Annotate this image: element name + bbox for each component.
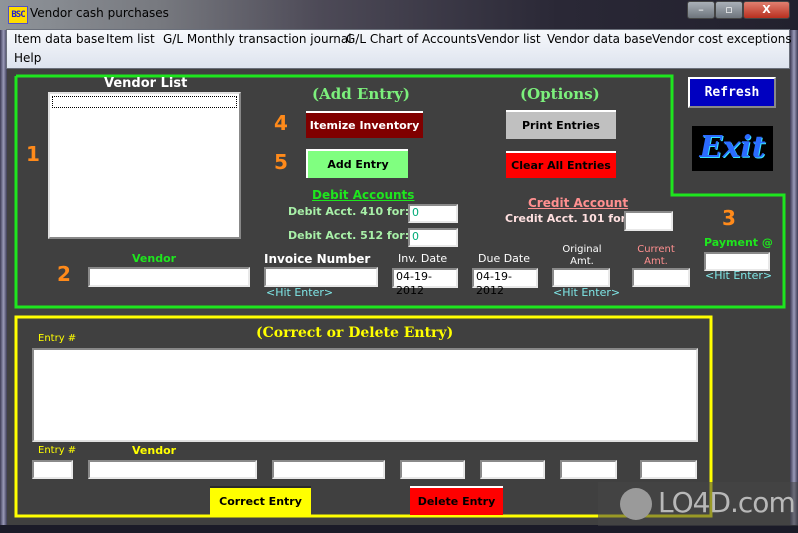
watermark-logo-icon — [620, 488, 652, 520]
itemize-inventory-button[interactable]: Itemize Inventory — [306, 111, 423, 138]
payment-label: Payment @ — [704, 236, 773, 249]
refresh-button[interactable]: Refresh — [688, 77, 776, 108]
debit-512-label: Debit Acct. 512 for: — [288, 229, 410, 242]
inv-date-label: Inv. Date — [398, 252, 448, 265]
correct-vendor-input[interactable] — [88, 460, 257, 479]
invoice-number-input[interactable] — [264, 267, 378, 287]
correct-entry-button[interactable]: Correct Entry — [210, 486, 311, 515]
step-number-1: 1 — [26, 142, 40, 166]
debit-512-input[interactable]: 0 — [408, 228, 458, 247]
add-entry-heading: (Add Entry) — [312, 85, 410, 103]
step-number-4: 4 — [274, 111, 288, 135]
options-heading: (Options) — [520, 85, 600, 103]
entry-number-label: Entry # — [38, 445, 77, 456]
correct-delete-heading: (Correct or Delete Entry) — [256, 325, 454, 341]
vendor-input[interactable] — [88, 267, 250, 287]
watermark-backdrop: LO4D.com — [598, 482, 798, 526]
credit-101-label: Credit Acct. 101 for: — [505, 212, 631, 225]
vendor-list-box[interactable] — [48, 92, 241, 239]
current-amt-input[interactable] — [632, 268, 690, 287]
step-number-5: 5 — [274, 150, 288, 174]
vendor-list-title: Vendor List — [104, 76, 188, 91]
entries-list-box[interactable] — [32, 348, 698, 442]
entry-number-list-label: Entry # — [38, 333, 77, 344]
original-amt-label: Original Amt. — [562, 244, 602, 267]
watermark-text: LO4D.com — [658, 486, 796, 519]
debit-410-input[interactable]: 0 — [408, 204, 458, 223]
add-entry-button[interactable]: Add Entry — [306, 149, 408, 178]
vendor-label: Vendor — [132, 252, 177, 265]
due-date-label: Due Date — [478, 252, 530, 265]
step-number-2: 2 — [57, 262, 71, 286]
payment-hit-enter-hint: <Hit Enter> — [705, 269, 773, 282]
step-number-3: 3 — [722, 206, 736, 230]
correct-invoice-input[interactable] — [272, 460, 385, 479]
invoice-hit-enter-hint: <Hit Enter> — [266, 286, 334, 299]
debit-accounts-heading: Debit Accounts — [312, 188, 415, 202]
credit-101-input[interactable] — [624, 211, 673, 231]
print-entries-button[interactable]: Print Entries — [506, 110, 616, 139]
delete-entry-button[interactable]: Delete Entry — [410, 486, 503, 515]
inv-date-input[interactable]: 04-19-2012 — [392, 268, 458, 297]
credit-account-heading: Credit Account — [528, 196, 629, 210]
correct-due-date-input[interactable] — [480, 460, 545, 479]
vendor-list-selected-row[interactable] — [52, 96, 237, 108]
correct-current-amt-input[interactable] — [640, 460, 697, 479]
correct-entry-number-input[interactable] — [32, 460, 73, 479]
due-date-input[interactable]: 04-19-2012 — [472, 268, 538, 297]
correct-inv-date-input[interactable] — [400, 460, 465, 479]
invoice-number-label: Invoice Number — [264, 252, 371, 266]
clear-all-entries-button[interactable]: Clear All Entries — [506, 151, 616, 178]
current-amt-label: Current Amt. — [637, 244, 675, 267]
correct-vendor-label: Vendor — [132, 444, 177, 457]
original-amt-input[interactable] — [552, 268, 610, 287]
correct-original-amt-input[interactable] — [560, 460, 617, 479]
original-amt-hit-enter-hint: <Hit Enter> — [553, 286, 621, 299]
exit-button[interactable]: Exit — [692, 126, 773, 171]
debit-410-label: Debit Acct. 410 for: — [288, 205, 410, 218]
